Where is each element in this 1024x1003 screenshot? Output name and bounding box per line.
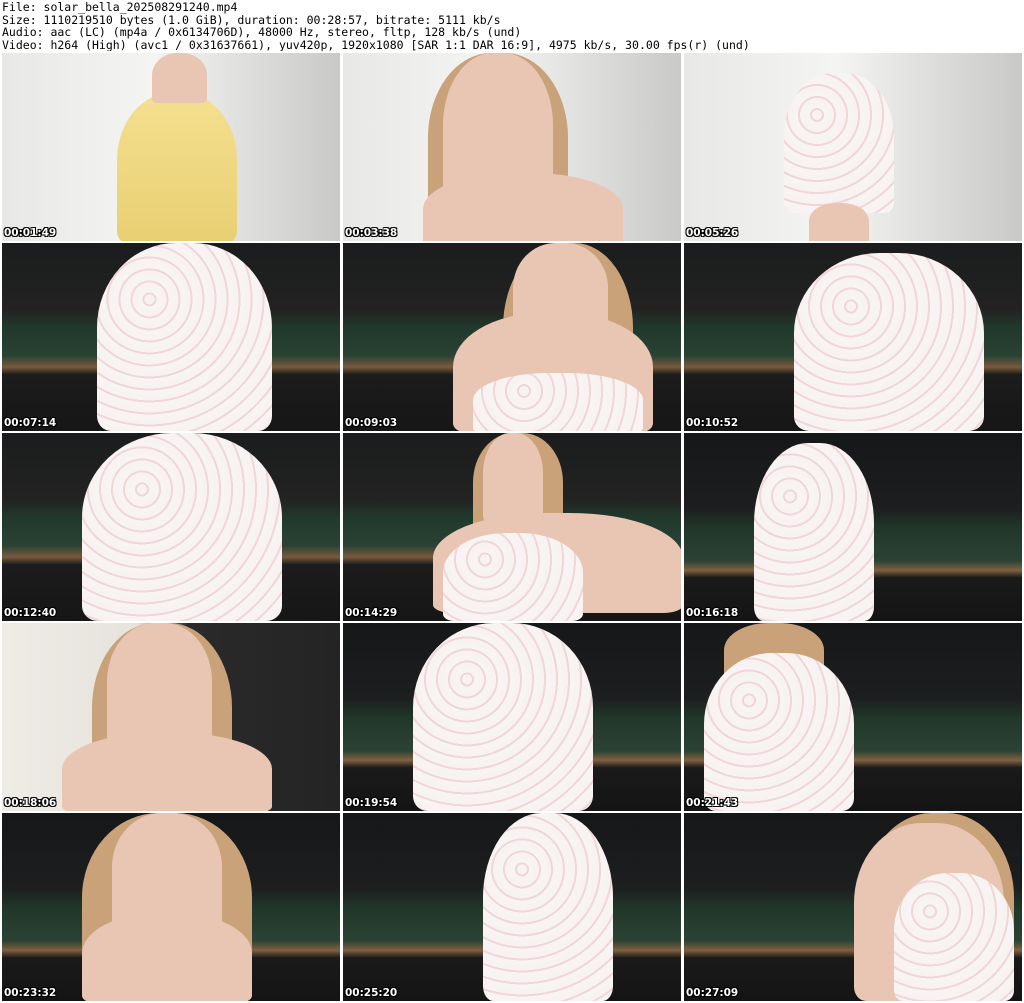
timestamp: 00:18:06 xyxy=(4,797,57,809)
thumbnail: 00:07:14 xyxy=(2,243,340,431)
timestamp: 00:12:40 xyxy=(4,607,57,619)
thumbnail: 00:14:29 xyxy=(343,433,681,621)
timestamp: 00:03:38 xyxy=(345,227,398,239)
thumbnail: 00:05:26 xyxy=(684,53,1022,241)
thumbnail: 00:25:20 xyxy=(343,813,681,1001)
thumbnail-grid: 00:01:49 00:03:38 00:05:26 00:07:14 00:0… xyxy=(2,53,1022,1003)
thumbnail: 00:16:18 xyxy=(684,433,1022,621)
timestamp: 00:07:14 xyxy=(4,417,57,429)
thumbnail: 00:09:03 xyxy=(343,243,681,431)
timestamp: 00:09:03 xyxy=(345,417,398,429)
thumbnail: 00:03:38 xyxy=(343,53,681,241)
audio-info-line: Audio: aac (LC) (mp4a / 0x6134706D), 480… xyxy=(2,26,522,39)
timestamp: 00:01:49 xyxy=(4,227,57,239)
timestamp: 00:27:09 xyxy=(686,987,739,999)
timestamp: 00:19:54 xyxy=(345,797,398,809)
thumbnail: 00:23:32 xyxy=(2,813,340,1001)
file-name-line: File: solar_bella_202508291240.mp4 xyxy=(2,1,238,14)
timestamp: 00:05:26 xyxy=(686,227,739,239)
timestamp: 00:10:52 xyxy=(686,417,739,429)
thumbnail: 00:27:09 xyxy=(684,813,1022,1001)
thumbnail: 00:10:52 xyxy=(684,243,1022,431)
thumbnail: 00:01:49 xyxy=(2,53,340,241)
timestamp: 00:23:32 xyxy=(4,987,57,999)
file-info-header: File: solar_bella_202508291240.mp4 Size:… xyxy=(2,1,1022,51)
timestamp: 00:21:43 xyxy=(686,797,739,809)
timestamp: 00:14:29 xyxy=(345,607,398,619)
thumbnail: 00:18:06 xyxy=(2,623,340,811)
thumbnail: 00:21:43 xyxy=(684,623,1022,811)
thumbnail: 00:12:40 xyxy=(2,433,340,621)
thumbnail: 00:19:54 xyxy=(343,623,681,811)
timestamp: 00:16:18 xyxy=(686,607,739,619)
timestamp: 00:25:20 xyxy=(345,987,398,999)
video-info-line: Video: h264 (High) (avc1 / 0x31637661), … xyxy=(2,38,750,52)
file-size-line: Size: 1110219510 bytes (1.0 GiB), durati… xyxy=(2,13,501,27)
